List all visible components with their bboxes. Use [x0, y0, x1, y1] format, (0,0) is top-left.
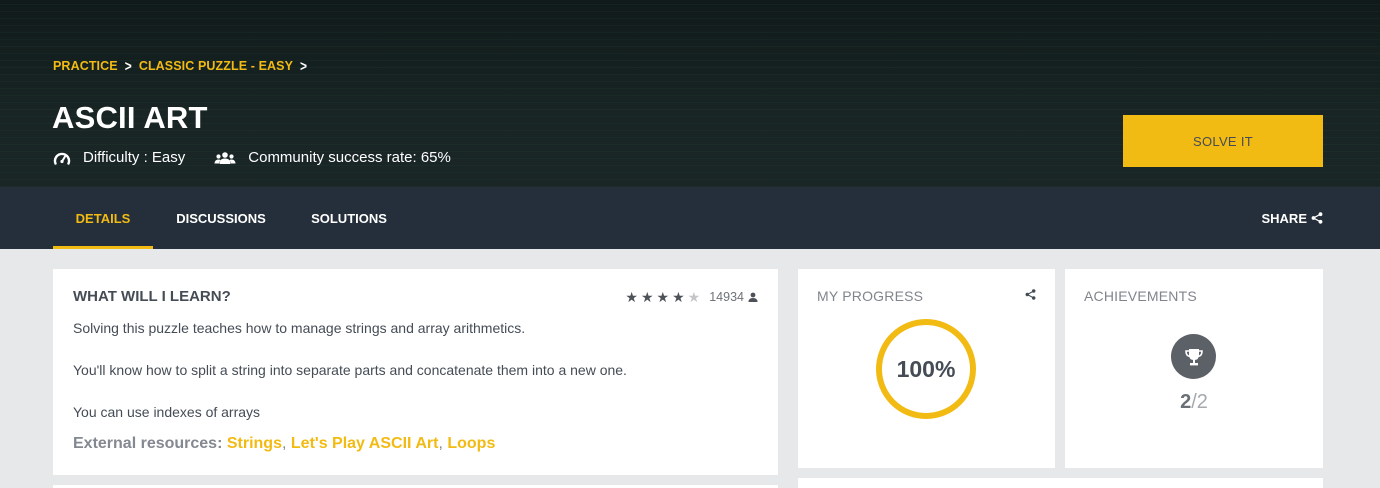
- learn-heading: WHAT WILL I LEARN?: [73, 288, 231, 305]
- share-button[interactable]: SHARE: [1261, 187, 1323, 249]
- external-resources: External resources: Strings, Let's Play …: [73, 435, 496, 452]
- resource-link-strings[interactable]: Strings: [227, 435, 282, 452]
- resources-label: External resources:: [73, 435, 223, 452]
- puzzle-header: PRACTICE > CLASSIC PUZZLE - EASY > ASCII…: [0, 0, 1380, 187]
- learn-paragraph: You can use indexes of arrays: [73, 404, 261, 420]
- gauge-icon: [53, 152, 71, 165]
- achievements-title: ACHIEVEMENTS: [1084, 288, 1197, 304]
- success-rate-info: Community success rate: 65%: [214, 149, 451, 166]
- resource-link-loops[interactable]: Loops: [447, 435, 495, 452]
- difficulty-info: Difficulty : Easy: [53, 149, 185, 166]
- breadcrumb-practice[interactable]: PRACTICE: [53, 59, 118, 73]
- tab-details[interactable]: DETAILS: [53, 187, 153, 249]
- achievements-earned: 2: [1180, 391, 1192, 413]
- what-will-i-learn-card: WHAT WILL I LEARN? ★ ★ ★ ★ ★ 14934 Solvi…: [53, 269, 778, 475]
- achievements-total: /2: [1191, 391, 1208, 413]
- share-icon[interactable]: [1025, 289, 1036, 300]
- tab-discussions[interactable]: DISCUSSIONS: [166, 187, 276, 249]
- learn-paragraph: You'll know how to split a string into s…: [73, 362, 627, 378]
- star-icon[interactable]: ★: [657, 290, 670, 304]
- breadcrumb-classic-puzzle-easy[interactable]: CLASSIC PUZZLE - EASY: [139, 59, 293, 73]
- share-label: SHARE: [1261, 210, 1307, 226]
- page-title: ASCII ART: [52, 100, 208, 135]
- user-icon: [748, 292, 758, 302]
- achievements-card: ACHIEVEMENTS 2/2: [1065, 269, 1323, 468]
- tab-bar: DETAILS DISCUSSIONS SOLUTIONS SHARE: [0, 187, 1380, 249]
- star-icon[interactable]: ★: [641, 290, 654, 304]
- difficulty-text: Difficulty : Easy: [83, 149, 186, 166]
- chevron-right-icon: >: [124, 57, 132, 75]
- chevron-right-icon: >: [300, 57, 308, 75]
- progress-percent: 100%: [896, 355, 956, 382]
- progress-ring: 100%: [876, 319, 976, 419]
- share-icon: [1311, 212, 1323, 224]
- progress-title: MY PROGRESS: [817, 288, 924, 304]
- my-progress-card: MY PROGRESS 100%: [798, 269, 1055, 468]
- star-icon[interactable]: ★: [672, 290, 685, 304]
- resource-link-lets-play-ascii-art[interactable]: Let's Play ASCII Art: [291, 435, 439, 452]
- users-icon: [214, 151, 236, 164]
- star-icon[interactable]: ★: [625, 290, 638, 304]
- trophy-icon[interactable]: [1171, 334, 1216, 379]
- achievements-count: 2/2: [1065, 391, 1323, 414]
- star-empty-icon[interactable]: ★: [688, 290, 701, 304]
- rating-count: 14934: [709, 290, 744, 304]
- trophy-glyph-icon: [1184, 348, 1203, 365]
- learn-paragraph: Solving this puzzle teaches how to manag…: [73, 320, 526, 336]
- next-card-placeholder: [798, 478, 1323, 488]
- solve-it-button[interactable]: SOLVE IT: [1123, 115, 1323, 167]
- success-rate-text: Community success rate: 65%: [248, 149, 451, 166]
- breadcrumb: PRACTICE > CLASSIC PUZZLE - EASY >: [53, 57, 314, 75]
- tab-solutions[interactable]: SOLUTIONS: [299, 187, 399, 249]
- rating: ★ ★ ★ ★ ★ 14934: [625, 290, 758, 304]
- puzzle-meta: Difficulty : Easy Community success rate…: [53, 149, 451, 166]
